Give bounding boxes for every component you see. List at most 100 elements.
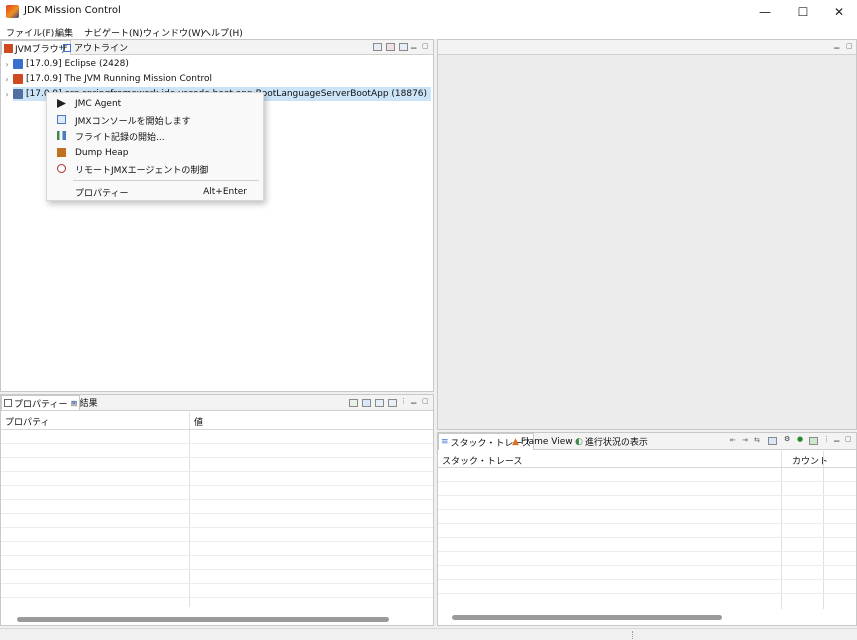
maximize-view-icon[interactable]: ▢ (845, 435, 852, 443)
column-header-stack-trace[interactable]: スタック・トレース (442, 454, 522, 467)
menu-window[interactable]: ウィンドウ(W) (143, 26, 204, 39)
properties-tabbar: プロパティー ⊠ ∞ 結果 ⋮ ▁ ▢ (1, 395, 433, 411)
collapse-icon[interactable]: ⇤ (730, 436, 736, 444)
flame-icon: ▲ (512, 436, 519, 447)
grid-row-line (438, 481, 856, 482)
grid-row-line (1, 527, 433, 528)
menu-item-start-flight-recording[interactable]: フライト記録の開始... (47, 128, 263, 144)
grid-row-line (1, 457, 433, 458)
menu-bar: ファイル(F) 編集 ナビゲート(N) ウィンドウ(W) ヘルプ(H) (0, 24, 857, 39)
view-menu-icon[interactable]: ⋮ (400, 397, 407, 405)
editor-area: ▁ ▢ (437, 39, 857, 430)
minimize-view-icon[interactable]: ▁ (411, 41, 416, 49)
grid-row-line (438, 523, 856, 524)
minimize-view-icon[interactable]: ▁ (411, 396, 416, 404)
filter-icon[interactable] (375, 399, 384, 407)
outline-icon (63, 43, 71, 52)
grid-row-line (438, 565, 856, 566)
menu-item-dump-heap[interactable]: Dump Heap (47, 145, 263, 161)
context-menu: JMC Agent JMXコンソールを開始します フライト記録の開始... Du… (46, 92, 264, 201)
view-menu-icon[interactable]: ⋮ (823, 435, 830, 443)
tree-layout-icon[interactable] (768, 437, 777, 445)
grid-row-line (438, 593, 856, 594)
tree-view-icon[interactable] (373, 43, 382, 51)
minimize-view-icon[interactable]: ▁ (834, 41, 839, 49)
grid-row-line (1, 443, 433, 444)
tab-progress[interactable]: ◐ 進行状況の表示 (573, 433, 650, 450)
menu-item-label: リモートJMXエージェントの制御 (75, 165, 209, 176)
minimize-view-icon[interactable]: ▁ (834, 434, 839, 442)
settings-icon[interactable]: ⚙ (784, 435, 790, 443)
column-divider (189, 412, 190, 607)
restore-default-icon[interactable] (388, 399, 397, 407)
tab-flame-view-label: Flame View (520, 436, 573, 447)
progress-icon: ◐ (575, 436, 583, 447)
stack-trace-tabbar: ≡ スタック・トレース ▲ Flame View ◐ 進行状況の表示 ⇤ ⇥ ⇆… (438, 433, 856, 450)
tab-flame-view[interactable]: ▲ Flame View (510, 433, 575, 450)
maximize-button[interactable]: ☐ (784, 0, 822, 24)
grid-row-line (1, 583, 433, 584)
close-button[interactable]: ✕ (820, 0, 857, 24)
green-dot-icon[interactable]: ● (797, 435, 803, 443)
tab-outline[interactable]: アウトライン (61, 40, 130, 55)
minimize-button[interactable]: — (746, 0, 784, 24)
jvm-label: [17.0.9] Eclipse (2428) (26, 59, 129, 69)
menu-separator (73, 180, 259, 181)
title-bar: JDK Mission Control — ☐ ✕ (0, 0, 857, 24)
chevron-right-icon[interactable]: › (1, 90, 13, 99)
group-icon[interactable]: ⇥ (742, 436, 748, 444)
distinguish-icon[interactable]: ⇆ (754, 436, 760, 444)
disconnect-icon[interactable] (386, 43, 395, 51)
tab-properties-label: プロパティー (14, 399, 68, 410)
view-menu-icon[interactable] (399, 43, 408, 51)
window-title: JDK Mission Control (24, 5, 121, 16)
categories-icon[interactable] (362, 399, 371, 407)
chevron-right-icon[interactable]: › (1, 60, 13, 69)
chevron-right-icon[interactable]: › (1, 75, 13, 84)
menu-help[interactable]: ヘルプ(H) (202, 26, 243, 39)
column-header-property[interactable]: プロパティ (5, 415, 49, 428)
properties-panel: プロパティー ⊠ ∞ 結果 ⋮ ▁ ▢ プロパティ 値 (0, 394, 434, 626)
menu-item-remote-jmx-agent[interactable]: リモートJMXエージェントの制御 (47, 161, 263, 177)
stack-trace-panel: ≡ スタック・トレース ▲ Flame View ◐ 進行状況の表示 ⇤ ⇥ ⇆… (437, 432, 857, 626)
grid-row-line (438, 495, 856, 496)
menu-item-label: Dump Heap (75, 148, 129, 158)
jvm-tree-item[interactable]: › [17.0.9] Eclipse (2428) (1, 57, 129, 71)
grid-row-line (1, 471, 433, 472)
tab-jvm-browser-label: JVMブラウザ (15, 44, 68, 55)
editor-area-tabbar: ▁ ▢ (438, 40, 856, 55)
menu-item-jmx-console[interactable]: JMXコンソールを開始します (47, 112, 263, 128)
jvm-browser-tabbar: JVMブラウザ アウトライン ▁ ▢ (1, 40, 433, 55)
horizontal-scrollbar[interactable] (452, 615, 722, 620)
column-header-value[interactable]: 値 (194, 415, 203, 428)
maximize-view-icon[interactable]: ▢ (422, 42, 429, 50)
grid-row-line (1, 541, 433, 542)
pin-view-icon[interactable] (349, 399, 358, 407)
grid-row-line (438, 551, 856, 552)
heap-dump-icon (57, 148, 66, 157)
menu-item-properties[interactable]: プロパティー Alt+Enter (47, 184, 263, 200)
tab-progress-label: 進行状況の表示 (584, 438, 648, 448)
grid-row-line (438, 579, 856, 580)
tab-results[interactable]: ∞ 結果 (69, 395, 100, 410)
menu-edit[interactable]: 編集 (55, 26, 73, 39)
maximize-view-icon[interactable]: ▢ (422, 397, 429, 405)
menu-navigate[interactable]: ナビゲート(N) (84, 26, 143, 39)
jvm-label: [17.0.9] The JVM Running Mission Control (26, 74, 213, 84)
grid-row-line (1, 569, 433, 570)
grid-row-line (1, 513, 433, 514)
app-logo-icon (6, 5, 19, 18)
header-divider (1, 429, 433, 430)
jvm-browser-icon (4, 43, 13, 53)
menu-file[interactable]: ファイル(F) (6, 26, 54, 39)
console-icon (57, 115, 66, 124)
grid-row-line (438, 509, 856, 510)
jvm-tree-item[interactable]: › [17.0.9] The JVM Running Mission Contr… (1, 72, 212, 86)
highlight-icon[interactable] (809, 437, 818, 445)
menu-item-jmc-agent[interactable]: JMC Agent (47, 96, 263, 112)
grid-row-line (1, 555, 433, 556)
horizontal-scrollbar[interactable] (17, 617, 389, 622)
column-divider (823, 451, 824, 609)
jmc-jvm-icon (13, 74, 23, 84)
maximize-view-icon[interactable]: ▢ (846, 42, 853, 50)
